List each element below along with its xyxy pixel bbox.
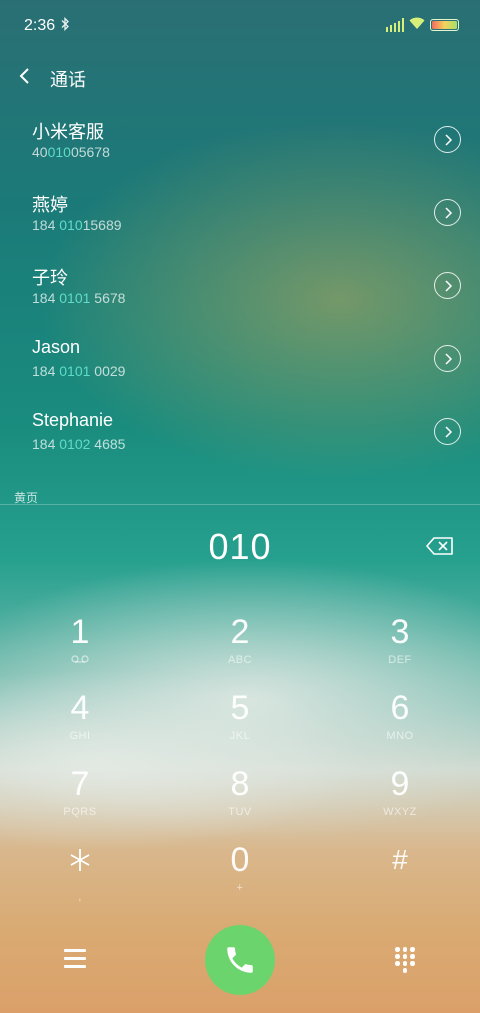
status-time: 2:36 — [24, 17, 56, 34]
key-3[interactable]: 3 DEF — [320, 612, 480, 687]
contact-name: 小米客服 — [32, 122, 104, 142]
phone-icon — [227, 947, 253, 973]
battery-level — [432, 21, 457, 29]
wifi-icon — [409, 16, 425, 32]
contact-detail-icon[interactable] — [434, 126, 461, 153]
contact-item[interactable]: Stephanie 184 0102 4685 — [0, 410, 480, 470]
contact-item[interactable]: 子玲 184 0101 5678 — [0, 264, 480, 324]
contact-number: 184 0102 4685 — [32, 436, 126, 452]
key-7[interactable]: 7 PQRS — [0, 764, 160, 839]
key-0[interactable]: 0 + — [160, 840, 320, 915]
key-8[interactable]: 8 TUV — [160, 764, 320, 839]
battery-icon — [430, 19, 459, 31]
contact-number: 184 01015689 — [32, 217, 122, 233]
contact-item[interactable]: 小米客服 4001005678 — [0, 118, 480, 178]
key-4[interactable]: 4 GHI — [0, 688, 160, 763]
bluetooth-icon — [61, 16, 70, 34]
key-hash[interactable]: # — [320, 840, 480, 915]
menu-icon[interactable] — [64, 949, 86, 969]
page-title: 通话 — [50, 70, 86, 90]
contact-name: 子玲 — [32, 268, 68, 288]
key-6[interactable]: 6 MNO — [320, 688, 480, 763]
key-2[interactable]: 2 ABC — [160, 612, 320, 687]
contact-name: 燕婷 — [32, 195, 68, 215]
backspace-icon[interactable] — [426, 536, 454, 556]
signal-icon — [386, 18, 404, 32]
divider — [0, 504, 480, 505]
voicemail-icon — [0, 654, 160, 668]
asterisk-icon — [0, 840, 160, 889]
contact-detail-icon[interactable] — [434, 418, 461, 445]
contact-name: Jason — [32, 337, 81, 357]
key-1[interactable]: 1 — [0, 612, 160, 687]
contact-item[interactable]: Jason 184 0101 0029 — [0, 337, 480, 397]
contact-number: 4001005678 — [32, 144, 110, 160]
contact-detail-icon[interactable] — [434, 345, 461, 372]
key-5[interactable]: 5 JKL — [160, 688, 320, 763]
dialed-number: 010 — [208, 526, 272, 567]
contact-name: Stephanie — [32, 410, 114, 430]
header: 通话 — [0, 60, 480, 94]
dialpad-icon[interactable] — [395, 947, 415, 973]
status-bar: 2:36 — [0, 0, 480, 52]
bottom-bar — [0, 925, 480, 995]
key-star[interactable]: , — [0, 840, 160, 915]
contact-item[interactable]: 燕婷 184 01015689 — [0, 191, 480, 251]
contact-number: 184 0101 0029 — [32, 363, 126, 379]
contact-detail-icon[interactable] — [434, 272, 461, 299]
contact-number: 184 0101 5678 — [32, 290, 126, 306]
key-9[interactable]: 9 WXYZ — [320, 764, 480, 839]
chevron-left-icon[interactable] — [18, 66, 34, 88]
call-button[interactable] — [205, 925, 275, 995]
contact-detail-icon[interactable] — [434, 199, 461, 226]
